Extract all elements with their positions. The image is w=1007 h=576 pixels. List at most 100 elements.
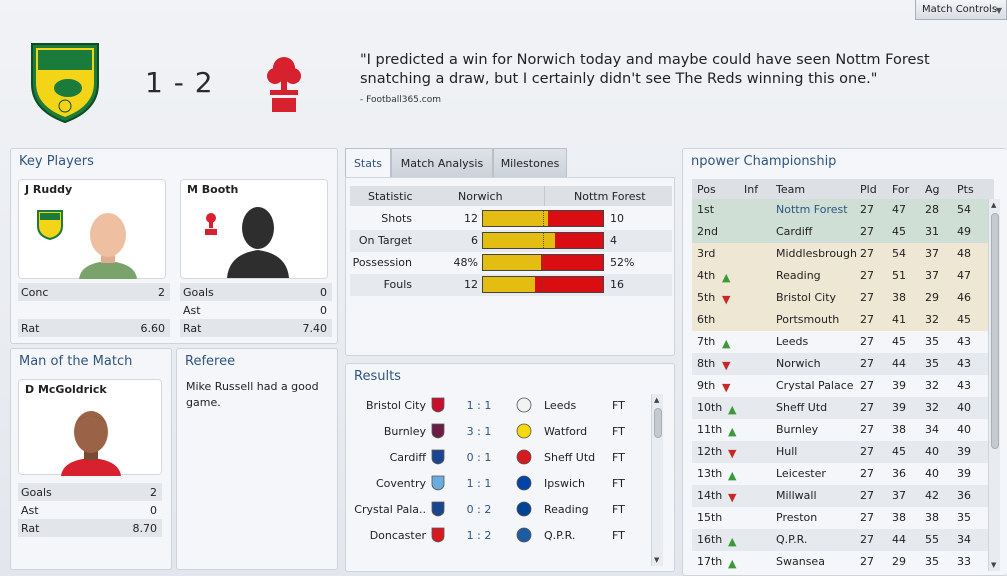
league-row[interactable]: 7th Leeds 27 45 35 43 ▲	[692, 331, 994, 353]
league-header-inf[interactable]: Inf	[744, 183, 758, 196]
league-cell-team[interactable]: Norwich	[776, 357, 821, 370]
league-cell-team[interactable]: Nottm Forest	[776, 203, 848, 216]
stat-away-value: 16	[610, 278, 624, 291]
result-score[interactable]: 3 : 1	[464, 425, 494, 438]
league-cell-ag: 32	[925, 401, 939, 414]
league-cell-pts: 35	[957, 511, 971, 524]
scroll-up-icon[interactable]: ▲	[991, 201, 996, 209]
result-away-team[interactable]: Q.P.R.	[544, 529, 575, 542]
league-row[interactable]: 3rd Middlesbrough 27 54 37 48	[692, 243, 994, 265]
league-cell-team[interactable]: Leicester	[776, 467, 826, 480]
league-row[interactable]: 11th Burnley 27 38 34 40 ▲	[692, 419, 994, 441]
result-status: FT	[612, 503, 625, 516]
league-cell-team[interactable]: Swansea	[776, 555, 825, 568]
result-score[interactable]: 1 : 1	[464, 399, 494, 412]
result-away-team[interactable]: Sheff Utd	[544, 451, 595, 464]
result-score[interactable]: 1 : 2	[464, 529, 494, 542]
league-cell-team[interactable]: Preston	[776, 511, 817, 524]
result-away-team[interactable]: Watford	[544, 425, 587, 438]
scroll-up-icon[interactable]: ▲	[654, 396, 659, 404]
nottm-forest-badge-icon	[205, 213, 217, 235]
bar-midline	[543, 277, 544, 292]
league-header-ag[interactable]: Ag	[925, 183, 940, 196]
league-cell-team[interactable]: Middlesbrough	[776, 247, 857, 260]
match-controls-button[interactable]: Match Controls ▼	[915, 0, 1007, 20]
motm-player-card[interactable]: D McGoldrick	[18, 379, 162, 476]
result-away-team[interactable]: Reading	[544, 503, 589, 516]
league-row[interactable]: 13th Leicester 27 36 40 39 ▲	[692, 463, 994, 485]
result-row[interactable]: Doncaster 1 : 2 Q.P.R. FT	[354, 523, 644, 549]
league-cell-team[interactable]: Millwall	[776, 489, 817, 502]
league-row[interactable]: 16th Q.P.R. 27 44 55 34 ▲	[692, 529, 994, 551]
league-row[interactable]: 2nd Cardiff 27 45 31 49	[692, 221, 994, 243]
result-home-team[interactable]: Crystal Pala..	[354, 503, 426, 516]
league-header-team[interactable]: Team	[776, 183, 805, 196]
league-row[interactable]: 9th Crystal Palace 27 39 32 43 ▼	[692, 375, 994, 397]
league-row[interactable]: 12th Hull 27 45 40 39 ▼	[692, 441, 994, 463]
home-key-player-card[interactable]: J Ruddy	[18, 179, 166, 279]
league-cell-for: 38	[892, 511, 906, 524]
league-row[interactable]: 8th Norwich 27 44 35 43 ▼	[692, 353, 994, 375]
league-cell-pts: 39	[957, 445, 971, 458]
league-header-pos[interactable]: Pos	[697, 183, 716, 196]
result-home-team[interactable]: Bristol City	[366, 399, 426, 412]
result-away-team[interactable]: Ipswich	[544, 477, 585, 490]
scroll-down-icon[interactable]: ▼	[654, 556, 659, 564]
league-header-for[interactable]: For	[892, 183, 909, 196]
result-row[interactable]: Coventry 1 : 1 Ipswich FT	[354, 471, 644, 497]
result-row[interactable]: Bristol City 1 : 1 Leeds FT	[354, 393, 644, 419]
league-cell-team[interactable]: Burnley	[776, 423, 818, 436]
tab-stats[interactable]: Stats	[345, 148, 391, 178]
results-scroll-thumb[interactable]	[654, 408, 662, 438]
match-controls-label: Match Controls	[922, 4, 998, 15]
result-score[interactable]: 0 : 1	[464, 451, 494, 464]
league-cell-team[interactable]: Cardiff	[776, 225, 812, 238]
league-cell-team[interactable]: Leeds	[776, 335, 808, 348]
tab-match-analysis[interactable]: Match Analysis	[391, 148, 493, 178]
result-row[interactable]: Cardiff 0 : 1 Sheff Utd FT	[354, 445, 644, 471]
league-header-pld[interactable]: Pld	[860, 183, 877, 196]
league-row[interactable]: 4th Reading 27 51 37 47 ▲	[692, 265, 994, 287]
result-home-team[interactable]: Doncaster	[370, 529, 426, 542]
league-cell-team[interactable]: Reading	[776, 269, 821, 282]
league-cell-team[interactable]: Bristol City	[776, 291, 836, 304]
league-scrollbar[interactable]: ▲ ▼	[988, 199, 1000, 571]
league-cell-for: 44	[892, 357, 906, 370]
league-cell-pts: 40	[957, 401, 971, 414]
league-scroll-thumb[interactable]	[991, 213, 999, 449]
league-row[interactable]: 17th Swansea 27 29 35 33 ▲	[692, 551, 994, 573]
result-home-team[interactable]: Cardiff	[390, 451, 426, 464]
arrow-up-icon: ▲	[728, 425, 737, 438]
league-cell-pld: 27	[860, 511, 874, 524]
result-score[interactable]: 1 : 1	[464, 477, 494, 490]
league-row[interactable]: 5th Bristol City 27 38 29 46 ▼	[692, 287, 994, 309]
man-of-the-match-panel: Man of the Match D McGoldrick Goals 2 Ast…	[10, 348, 172, 570]
away-key-player-card[interactable]: M Booth	[180, 179, 328, 279]
league-cell-team[interactable]: Portsmouth	[776, 313, 839, 326]
result-status: FT	[612, 529, 625, 542]
league-row[interactable]: 15th Preston 27 38 38 35	[692, 507, 994, 529]
league-cell-team[interactable]: Crystal Palace	[776, 379, 854, 392]
league-row[interactable]: 1st Nottm Forest 27 47 28 54	[692, 199, 994, 221]
result-away-team[interactable]: Leeds	[544, 399, 576, 412]
result-home-team[interactable]: Coventry	[376, 477, 426, 490]
results-scrollbar[interactable]: ▲ ▼	[651, 394, 663, 566]
league-row[interactable]: 10th Sheff Utd 27 39 32 40 ▲	[692, 397, 994, 419]
league-cell-team[interactable]: Hull	[776, 445, 797, 458]
league-row[interactable]: 14th Millwall 27 37 42 36 ▼	[692, 485, 994, 507]
league-cell-pos: 10th	[697, 401, 723, 414]
league-row[interactable]: 6th Portsmouth 27 41 32 45	[692, 309, 994, 331]
home-share-bar	[483, 211, 548, 226]
result-row[interactable]: Crystal Pala.. 0 : 2 Reading FT	[354, 497, 644, 523]
result-score[interactable]: 0 : 2	[464, 503, 494, 516]
league-header-pts[interactable]: Pts	[957, 183, 974, 196]
league-cell-team[interactable]: Sheff Utd	[776, 401, 827, 414]
league-cell-team[interactable]: Q.P.R.	[776, 533, 807, 546]
scroll-down-icon[interactable]: ▼	[991, 561, 996, 569]
league-cell-pld: 27	[860, 445, 874, 458]
result-row[interactable]: Burnley 3 : 1 Watford FT	[354, 419, 644, 445]
arrow-up-icon: ▲	[722, 337, 731, 350]
result-home-team[interactable]: Burnley	[384, 425, 426, 438]
tab-milestones[interactable]: Milestones	[493, 148, 567, 178]
home-badge-icon	[430, 527, 446, 543]
